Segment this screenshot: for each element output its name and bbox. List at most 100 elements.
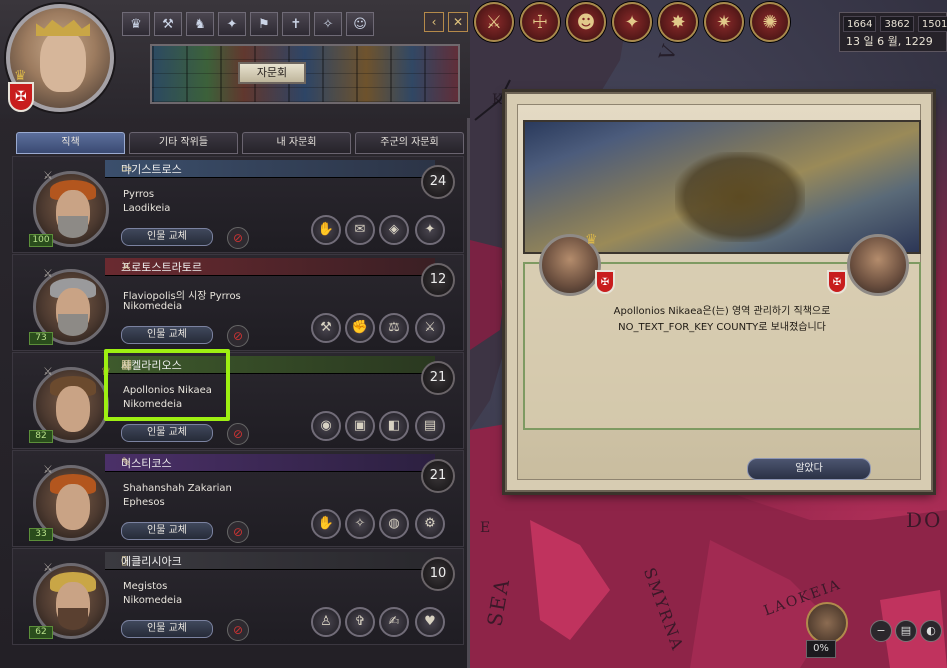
sword-icon: ⚔ — [43, 463, 53, 476]
character-icon[interactable]: ☻ — [566, 2, 606, 42]
replace-button[interactable]: 인물 교체 — [121, 522, 213, 540]
councillor-name[interactable]: Pyrros — [123, 189, 154, 200]
priest-icon[interactable]: ✞ — [345, 607, 375, 637]
replace-button[interactable]: 인물 교체 — [121, 620, 213, 638]
collect-taxes-icon[interactable]: ◉ — [311, 411, 341, 441]
no-action-icon[interactable]: ⊘ — [227, 325, 249, 347]
crown-tab-icon[interactable]: ♛ — [122, 12, 150, 36]
scroll-icon[interactable]: ✍ — [379, 607, 409, 637]
tab-my-council[interactable]: 내 자문회 — [242, 132, 351, 154]
event-illustration — [523, 120, 921, 254]
crown-icon: ♛ — [14, 68, 27, 84]
no-action-icon[interactable]: ⊘ — [227, 423, 249, 445]
councillor-name[interactable]: Apollonios Nikaea — [123, 385, 212, 396]
job-cart-icon[interactable]: ▦ — [121, 357, 427, 371]
prestige-counter[interactable]: 3862 — [880, 16, 914, 32]
job-dagger-icon[interactable]: ✎ — [121, 455, 427, 469]
no-action-icon[interactable]: ⊘ — [227, 619, 249, 641]
no-action-icon[interactable]: ⊘ — [227, 227, 249, 249]
claim-icon[interactable]: ◈ — [379, 215, 409, 245]
council-tabs: 직책 기타 작위들 내 자문회 주군의 자문회 — [16, 132, 464, 154]
tab-other-titles[interactable]: 기타 작위들 — [129, 132, 238, 154]
crown-icon: ♛ — [101, 365, 111, 378]
coat-of-arms-icon[interactable]: ✠ — [595, 270, 615, 294]
military-tab-icon[interactable]: ⚑ — [250, 12, 278, 36]
ledger-icon[interactable]: ▤ — [895, 620, 917, 642]
scheme-icon[interactable]: ✋ — [311, 509, 341, 539]
map-label: K — [492, 92, 505, 108]
people-tab-icon[interactable]: ☺ — [346, 12, 374, 36]
no-action-icon[interactable]: ⊘ — [227, 521, 249, 543]
heart-icon[interactable]: ♥ — [415, 607, 445, 637]
event-window: ✠ ♛ ✠ Apollonios Nikaea은(는) 영역 관리하기 직책으로… — [505, 92, 933, 492]
gold-counter[interactable]: 1664 — [843, 16, 877, 32]
back-icon[interactable]: ‹ — [424, 12, 444, 32]
law-icon[interactable]: ✷ — [704, 2, 744, 42]
piety-counter[interactable]: 1501 — [917, 16, 947, 32]
diplomacy-tab-icon[interactable]: ✦ — [218, 12, 246, 36]
job-crossed-swords-icon[interactable]: ⚔ — [121, 259, 427, 273]
technology-tab-icon[interactable]: ✧ — [314, 12, 342, 36]
candle-icon[interactable]: ♙ — [311, 607, 341, 637]
diplomacy-action-icon[interactable]: ✉ — [345, 215, 375, 245]
replace-button[interactable]: 인물 교체 — [121, 326, 213, 344]
faction-icon[interactable]: ✸ — [658, 2, 698, 42]
coat-of-arms-icon[interactable]: ✠ — [8, 82, 34, 112]
mapmode-icon[interactable]: ◐ — [920, 620, 942, 642]
tab-positions[interactable]: 직책 — [16, 132, 125, 154]
councillor-location[interactable]: Nikomedeia — [123, 301, 182, 312]
councillor-location[interactable]: Ephesos — [123, 497, 165, 508]
sword-icon: ⚔ — [43, 365, 53, 378]
game-date[interactable]: 13 일 6 월, 1229 — [840, 32, 946, 50]
ok-button[interactable]: 알았다 — [747, 458, 871, 480]
councillor-name[interactable]: Flaviopolis의 시장 Pyrros — [123, 287, 241, 302]
intrigue-tab-icon[interactable]: ♞ — [186, 12, 214, 36]
squeeze-peasants-icon[interactable]: ◧ — [379, 411, 409, 441]
fist-icon[interactable]: ✊ — [345, 313, 375, 343]
religion-icon[interactable]: ☩ — [520, 2, 560, 42]
torch-icon[interactable]: ✧ — [345, 509, 375, 539]
hammer-tab-icon[interactable]: ⚒ — [154, 12, 182, 36]
assist-arrest-icon[interactable]: ⚖ — [379, 313, 409, 343]
selected-character-portrait[interactable] — [806, 602, 848, 644]
job-scroll-icon[interactable]: ▭ — [121, 161, 427, 175]
position-band: 미스티코스 ✎ — [105, 454, 435, 472]
technology-icon[interactable]: ✺ — [750, 2, 790, 42]
page-title: 자문회 — [238, 62, 306, 84]
action-count: 21 — [421, 361, 455, 395]
councillor-name[interactable]: Megistos — [123, 581, 167, 592]
faction-action-icon[interactable]: ✦ — [415, 215, 445, 245]
councillor-row: 미스티코스 ✎ 21 ⚔ 33 Shahanshah Zakarian Ephe… — [12, 450, 464, 547]
position-band: 사켈라리오스 ▦ — [105, 356, 435, 374]
map-controls: − ▤ ◐ — [870, 620, 942, 642]
hooded-figure-icon[interactable]: ◍ — [379, 509, 409, 539]
train-troops-icon[interactable]: ⚒ — [311, 313, 341, 343]
coat-of-arms-icon[interactable]: ✠ — [827, 270, 847, 294]
organize-army-icon[interactable]: ⚔ — [415, 313, 445, 343]
tab-liege-council[interactable]: 주군의 자문회 — [355, 132, 464, 154]
council-header: ✠ ♛ ♛ ⚒ ♞ ✦ ⚑ ✝ ✧ ☺ ‹ ✕ 자문회 — [0, 0, 470, 118]
replace-button[interactable]: 인물 교체 — [121, 228, 213, 246]
skill-value: 82 — [29, 430, 53, 443]
map-label: E — [480, 520, 493, 536]
progress-percent: 0% — [806, 640, 836, 658]
religion-tab-icon[interactable]: ✝ — [282, 12, 310, 36]
event-text-line: Apollonios Nikaea은(는) 영역 관리하기 직책으로 — [613, 306, 831, 317]
handshake-icon[interactable]: ✋ — [311, 215, 341, 245]
councillor-row: 프로토스트라토르 ⚔ 12 ⚔ 73 Flaviopolis의 시장 Pyrro… — [12, 254, 464, 351]
oversee-construction-icon[interactable]: ▣ — [345, 411, 375, 441]
event-portrait-ruler[interactable] — [847, 234, 909, 296]
councillor-location[interactable]: Nikomedeia — [123, 399, 182, 410]
crossed-swords-icon[interactable]: ⚔ — [474, 2, 514, 42]
replace-button[interactable]: 인물 교체 — [121, 424, 213, 442]
gear-icon[interactable]: ⚙ — [415, 509, 445, 539]
councillor-location[interactable]: Laodikeia — [123, 203, 170, 214]
zoom-out-icon[interactable]: − — [870, 620, 892, 642]
plot-icon[interactable]: ✦ — [612, 2, 652, 42]
position-band: 프로토스트라토르 ⚔ — [105, 258, 435, 276]
job-book-icon[interactable]: ▯ — [121, 553, 427, 567]
councillor-location[interactable]: Nikomedeia — [123, 595, 182, 606]
councillor-name[interactable]: Shahanshah Zakarian — [123, 483, 232, 494]
close-icon[interactable]: ✕ — [448, 12, 468, 32]
build-icon[interactable]: ▤ — [415, 411, 445, 441]
